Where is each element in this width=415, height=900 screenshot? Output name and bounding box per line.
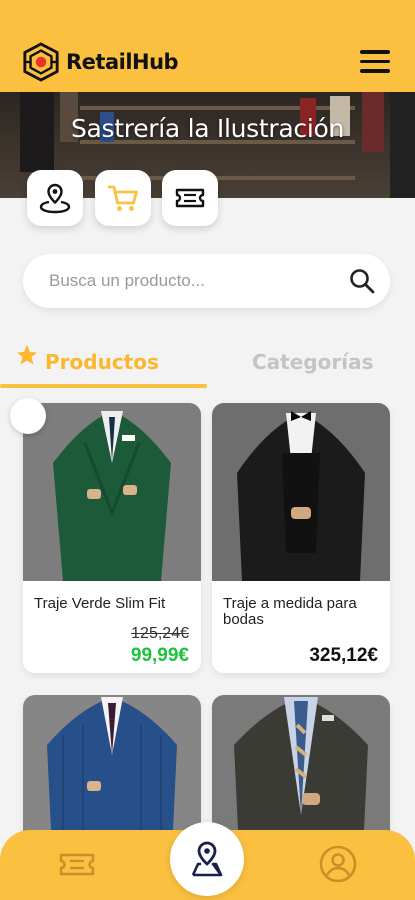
product-old-price: 125,24€ [131, 625, 189, 642]
product-image [23, 403, 201, 581]
product-price: 325,12€ [309, 645, 378, 666]
retailhub-logo-icon [23, 42, 59, 82]
bottom-navigation [0, 822, 415, 900]
product-image [212, 403, 390, 581]
product-name: Traje Verde Slim Fit [34, 595, 166, 612]
ticket-icon[interactable] [57, 844, 97, 884]
nav-map-button[interactable] [170, 822, 244, 896]
location-button[interactable] [27, 170, 83, 226]
cart-icon [107, 185, 138, 211]
search-icon[interactable] [348, 267, 376, 295]
favorite-toggle[interactable] [10, 398, 46, 434]
cart-button[interactable] [95, 170, 151, 226]
tab-categories-label: Categorías [252, 350, 374, 374]
hamburger-menu-icon[interactable] [360, 50, 390, 74]
ticket-button[interactable] [162, 170, 218, 226]
brand-logo[interactable]: RetailHub [22, 42, 179, 82]
search-bar [23, 254, 390, 308]
tab-categories[interactable]: Categorías [252, 338, 373, 386]
active-tab-indicator [0, 384, 207, 388]
ticket-icon [175, 188, 205, 208]
map-pin-icon [39, 183, 71, 214]
brand-name: RetailHub [66, 50, 179, 74]
product-card[interactable]: Traje Verde Slim Fit 125,24€ 99,99€ [23, 403, 201, 673]
app-header: RetailHub [0, 0, 415, 92]
star-icon [17, 345, 37, 365]
product-name: Traje a medida para bodas [223, 595, 357, 628]
product-tabs: Productos Categorías [0, 338, 415, 388]
product-card[interactable]: Traje a medida para bodas 325,12€ [212, 403, 390, 673]
tab-products[interactable]: Productos [15, 338, 159, 386]
product-sale-price: 99,99€ [130, 645, 189, 666]
map-pin-icon [191, 841, 223, 877]
search-input[interactable] [49, 268, 329, 294]
tab-products-label: Productos [45, 350, 159, 374]
user-icon[interactable] [318, 844, 358, 884]
store-name: Sastrería la Ilustración [70, 114, 345, 143]
